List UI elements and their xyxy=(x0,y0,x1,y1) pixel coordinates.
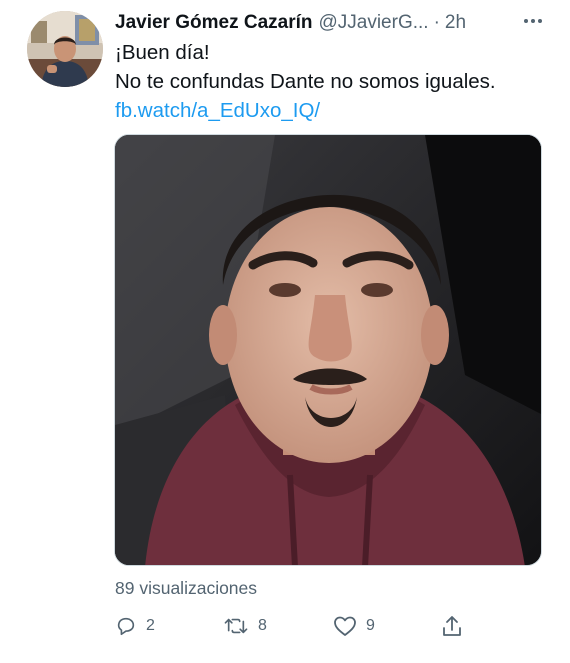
reply-button[interactable]: 2 xyxy=(115,611,155,641)
like-button[interactable]: 9 xyxy=(333,611,375,641)
author-name[interactable]: Javier Gómez Cazarín xyxy=(115,12,312,34)
tweet-link[interactable]: fb.watch/a_EdUxo_IQ/ xyxy=(115,96,545,125)
action-bar: 2 8 9 xyxy=(115,611,475,641)
share-icon xyxy=(443,616,461,636)
avatar[interactable] xyxy=(27,11,103,87)
video-thumbnail[interactable] xyxy=(114,134,542,566)
share-button[interactable] xyxy=(441,611,463,641)
reply-icon xyxy=(117,617,135,636)
retweet-button[interactable]: 8 xyxy=(223,611,267,641)
tweet-time[interactable]: 2h xyxy=(445,12,466,34)
more-icon xyxy=(524,19,542,23)
more-options-button[interactable] xyxy=(520,10,546,32)
retweet-count: 8 xyxy=(258,617,267,634)
tweet-text-line: ¡Buen día! xyxy=(115,41,210,64)
tweet-text: ¡Buen día! No te confundas Dante no somo… xyxy=(115,38,545,125)
like-icon xyxy=(334,616,356,636)
tweet-header: Javier Gómez Cazarín @JJavierG... · 2h xyxy=(115,10,540,36)
separator-dot: · xyxy=(433,12,440,33)
like-count: 9 xyxy=(366,617,375,634)
author-handle[interactable]: @JJavierG... xyxy=(318,12,428,34)
reply-count: 2 xyxy=(146,617,155,634)
tweet-text-line: No te confundas Dante no somos iguales. xyxy=(115,70,496,93)
tweet[interactable]: Javier Gómez Cazarín @JJavierG... · 2h ¡… xyxy=(0,0,570,663)
retweet-icon xyxy=(224,618,248,634)
view-count: 89 visualizaciones xyxy=(115,578,258,598)
